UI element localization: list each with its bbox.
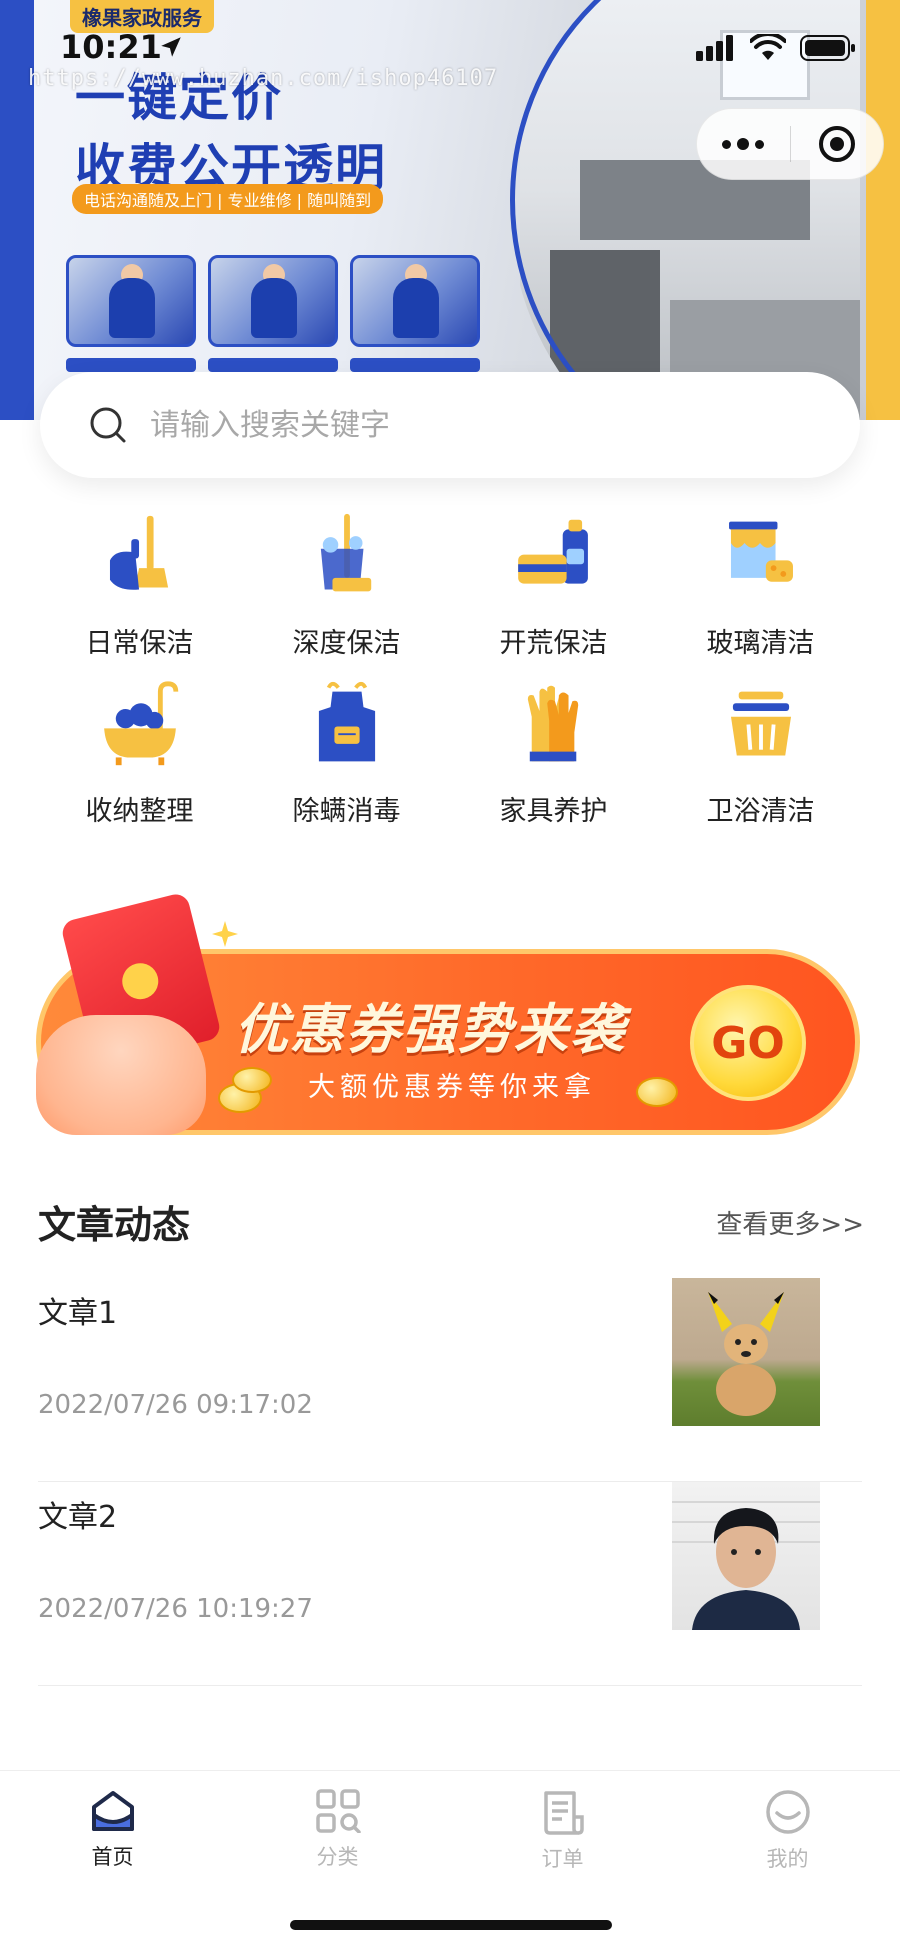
category-pioneer-cleaning[interactable]: 开荒保洁 <box>450 510 657 660</box>
category-label: 家具养护 <box>499 796 608 827</box>
see-more-link[interactable]: 查看更多>> <box>716 1204 864 1241</box>
article-thumbnail <box>672 1482 820 1630</box>
worker-caption <box>208 358 338 372</box>
category-label: 日常保洁 <box>85 628 194 659</box>
category-label: 玻璃清洁 <box>706 628 815 659</box>
target-close-icon <box>818 126 855 162</box>
home-indicator <box>290 1920 612 1930</box>
hand-illustration <box>36 1015 206 1135</box>
articles-section-title: 文章动态 <box>38 1203 191 1247</box>
article-item[interactable]: 文章1 2022/07/26 09:17:02 <box>38 1278 862 1482</box>
close-mini-program-button[interactable] <box>791 108 884 180</box>
tab-label: 分类 <box>316 1845 359 1869</box>
worker-caption <box>66 358 196 372</box>
search-icon <box>90 407 126 443</box>
mini-program-capsule <box>696 108 884 180</box>
article-title: 文章1 <box>38 1296 118 1331</box>
banner-subline: 电话沟通随及上门 | 专业维修 | 随叫随到 <box>72 184 384 214</box>
bathtub-icon <box>103 681 178 766</box>
dog-photo-icon <box>708 1292 784 1416</box>
category-label: 开荒保洁 <box>499 628 608 659</box>
gloves-icon <box>527 685 578 762</box>
article-thumbnail <box>672 1278 820 1426</box>
cleaning-supplies-icon <box>517 519 588 584</box>
category-label: 深度保洁 <box>292 628 401 659</box>
tab-label: 我的 <box>766 1847 809 1871</box>
coin-icon <box>636 1077 678 1107</box>
category-grid: 日常保洁 深度保洁 开荒保洁 玻璃清洁 收纳整理 除螨消毒 家具养护 卫浴清洁 <box>36 510 864 828</box>
worker-photo <box>350 255 480 347</box>
category-grid-icon <box>315 1789 361 1833</box>
banner-arc <box>510 0 900 420</box>
category-daily-cleaning[interactable]: 日常保洁 <box>36 510 243 660</box>
coupon-title: 优惠券强势来袭 <box>234 998 626 1061</box>
coupon-subtitle: 大额优惠券等你来拿 <box>308 1072 596 1103</box>
article-date: 2022/07/26 10:19:27 <box>38 1594 313 1624</box>
coin-icon <box>232 1067 272 1093</box>
more-menu-button[interactable] <box>697 108 790 180</box>
category-bathroom-cleaning[interactable]: 卫浴清洁 <box>657 678 864 828</box>
home-icon <box>91 1791 134 1831</box>
mop-bucket-icon <box>320 513 371 592</box>
order-list-icon <box>543 1791 584 1835</box>
category-deep-cleaning[interactable]: 深度保洁 <box>243 510 450 660</box>
coupon-go-button[interactable]: GO <box>690 985 806 1101</box>
apron-icon <box>318 681 375 762</box>
wifi-icon <box>750 34 786 60</box>
search-input[interactable] <box>150 407 790 443</box>
coupon-banner[interactable]: 优惠券强势来袭 大额优惠券等你来拿 GO <box>36 891 860 1143</box>
category-furniture-care[interactable]: 家具养护 <box>450 678 657 828</box>
person-photo-icon <box>672 1501 820 1630</box>
tab-home[interactable]: 首页 <box>0 1771 225 1948</box>
article-title: 文章2 <box>38 1500 118 1535</box>
tab-label: 订单 <box>541 1847 584 1871</box>
status-time: 10:21 <box>60 28 162 66</box>
worker-caption <box>350 358 480 372</box>
worker-photo <box>66 255 196 347</box>
category-label: 卫浴清洁 <box>706 796 815 827</box>
dot-icon <box>722 139 732 149</box>
article-item[interactable]: 文章2 2022/07/26 10:19:27 <box>38 1482 862 1686</box>
category-storage[interactable]: 收纳整理 <box>36 678 243 828</box>
tab-label: 首页 <box>91 1845 134 1869</box>
banner-right-strip <box>866 0 900 420</box>
article-date: 2022/07/26 09:17:02 <box>38 1390 313 1420</box>
category-glass-cleaning[interactable]: 玻璃清洁 <box>657 510 864 660</box>
paint-sponge-icon <box>728 521 793 582</box>
category-disinfection[interactable]: 除螨消毒 <box>243 678 450 828</box>
tab-profile[interactable]: 我的 <box>675 1771 900 1948</box>
dot-icon <box>755 139 765 149</box>
sparkle-icon <box>212 921 238 947</box>
home-page: 橡果家政服务 一键定价 收费公开透明 电话沟通随及上门 | 专业维修 | 随叫随… <box>0 0 900 1948</box>
profile-face-icon <box>765 1790 810 1834</box>
broom-dustpan-icon <box>109 515 168 590</box>
dot-icon <box>737 138 750 150</box>
cellular-signal-icon <box>696 35 733 61</box>
url-watermark: https://www.huzhan.com/ishop46107 <box>28 66 499 91</box>
banner-left-strip <box>0 0 34 420</box>
battery-icon <box>800 35 855 61</box>
category-label: 除螨消毒 <box>292 796 401 827</box>
search-bar[interactable] <box>40 372 860 478</box>
status-icons <box>696 34 856 62</box>
basket-icon <box>730 691 791 756</box>
location-arrow-icon <box>161 37 181 57</box>
worker-photo <box>208 255 338 347</box>
category-label: 收纳整理 <box>85 796 194 827</box>
